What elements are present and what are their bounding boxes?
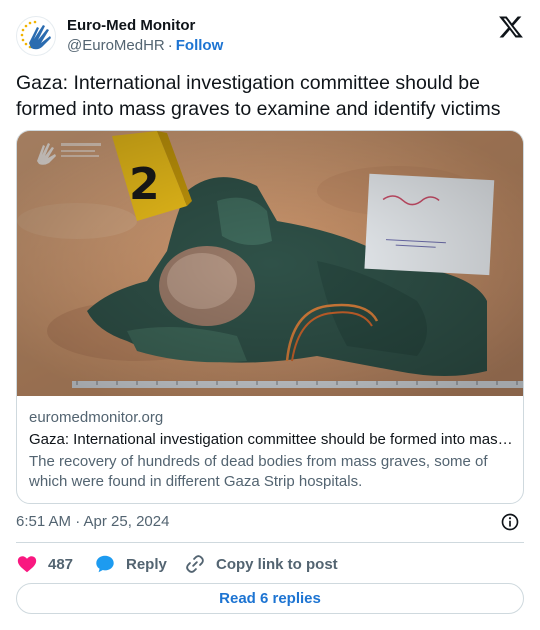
link-icon bbox=[186, 555, 204, 573]
avatar[interactable] bbox=[16, 16, 56, 56]
read-replies-button[interactable]: Read 6 replies bbox=[16, 583, 524, 614]
link-preview-card[interactable]: 2 bbox=[16, 130, 524, 504]
link-domain[interactable]: euromedmonitor.org bbox=[29, 408, 513, 428]
reply-button[interactable]: Reply bbox=[94, 552, 167, 576]
user-info: Euro-Med Monitor @EuroMedHR · Follow bbox=[67, 16, 223, 56]
reply-bubble-icon bbox=[96, 555, 114, 573]
like-count: 487 bbox=[48, 555, 74, 573]
like-button[interactable]: 487 bbox=[16, 552, 73, 576]
info-icon[interactable] bbox=[500, 512, 520, 532]
link-description: The recovery of hundreds of dead bodies … bbox=[29, 453, 488, 490]
link-title[interactable]: Gaza: International investigation commit… bbox=[29, 430, 513, 450]
account-name[interactable]: Euro-Med Monitor bbox=[67, 16, 223, 36]
heart-icon bbox=[17, 556, 37, 573]
action-bar: 487 Reply Copy link to post bbox=[16, 552, 524, 576]
timestamp-row: 6:51 AM · Apr 25, 2024 bbox=[16, 512, 524, 534]
post-header: Euro-Med Monitor @EuroMedHR · Follow bbox=[16, 12, 524, 60]
account-handle[interactable]: @EuroMedHR bbox=[67, 37, 165, 54]
preview-photo-illustration: 2 bbox=[17, 131, 523, 396]
link-meta: euromedmonitor.org Gaza: International i… bbox=[29, 408, 513, 492]
link-preview-image[interactable]: 2 bbox=[17, 131, 523, 396]
euromed-logo-icon bbox=[20, 20, 51, 50]
post-text: Gaza: International investigation commit… bbox=[16, 72, 501, 120]
copy-link-button[interactable]: Copy link to post bbox=[184, 552, 338, 576]
embedded-post-card: Euro-Med Monitor @EuroMedHR · Follow Gaza:… bbox=[0, 0, 540, 630]
handle-row: @EuroMedHR · Follow bbox=[67, 36, 223, 56]
read-replies-label: Read 6 replies bbox=[219, 590, 321, 607]
post-timestamp[interactable]: 6:51 AM · Apr 25, 2024 bbox=[16, 513, 169, 530]
copy-link-label: Copy link to post bbox=[216, 555, 338, 573]
separator: · bbox=[167, 37, 173, 54]
divider bbox=[16, 542, 524, 543]
follow-button[interactable]: Follow bbox=[176, 37, 224, 54]
reply-label: Reply bbox=[126, 555, 167, 573]
x-logo-icon[interactable] bbox=[498, 14, 524, 40]
